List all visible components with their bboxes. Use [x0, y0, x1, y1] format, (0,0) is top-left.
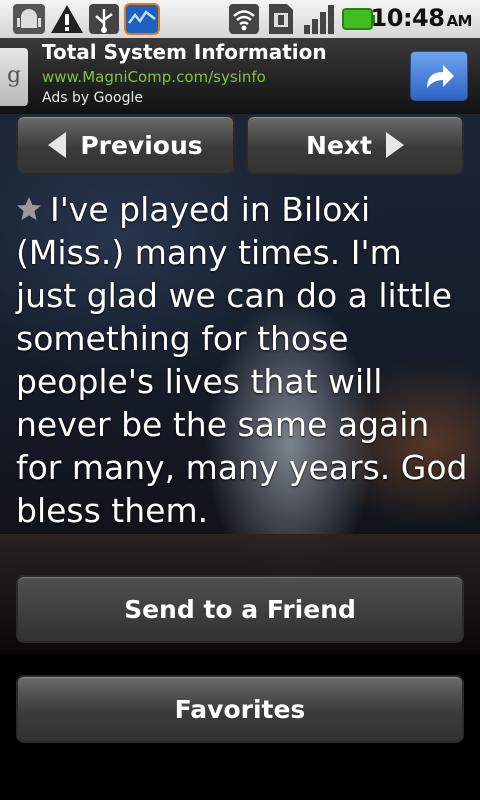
- clock-time: 10:48: [370, 4, 445, 32]
- arrow-left-icon: [48, 132, 67, 158]
- quote-text-block: I've played in Biloxi (Miss.) many times…: [16, 188, 468, 532]
- ad-banner[interactable]: g Total System Information www.MagniComp…: [0, 38, 480, 114]
- sim-icon: [269, 4, 293, 34]
- usb-icon: [89, 4, 119, 34]
- signal-icon: [304, 5, 334, 34]
- warning-icon: [51, 5, 83, 33]
- ad-open-button[interactable]: [410, 51, 468, 101]
- star-icon[interactable]: [16, 196, 42, 222]
- wifi-icon: [229, 4, 259, 34]
- favorites-button[interactable]: Favorites: [16, 675, 464, 743]
- send-label: Send to a Friend: [124, 594, 356, 624]
- quote-text: I've played in Biloxi (Miss.) many times…: [16, 190, 468, 530]
- next-button[interactable]: Next: [246, 115, 464, 175]
- send-to-friend-button[interactable]: Send to a Friend: [16, 575, 464, 643]
- previous-button[interactable]: Previous: [16, 115, 235, 175]
- next-label: Next: [306, 130, 372, 160]
- previous-label: Previous: [80, 130, 203, 160]
- clock: 10:48 AM: [370, 4, 473, 32]
- share-arrow-icon: [427, 65, 454, 88]
- ad-url[interactable]: www.MagniComp.com/sysinfo: [42, 68, 266, 86]
- app-notification-icon: [124, 3, 160, 35]
- ad-logo: g: [0, 48, 28, 106]
- ad-attribution: Ads by Google: [42, 90, 143, 106]
- android-debug-icon: [13, 4, 45, 34]
- ad-title[interactable]: Total System Information: [42, 40, 327, 64]
- arrow-right-icon: [385, 132, 404, 158]
- favorites-label: Favorites: [174, 694, 306, 724]
- clock-ampm: AM: [446, 12, 472, 30]
- status-bar: 10:48 AM: [0, 0, 480, 39]
